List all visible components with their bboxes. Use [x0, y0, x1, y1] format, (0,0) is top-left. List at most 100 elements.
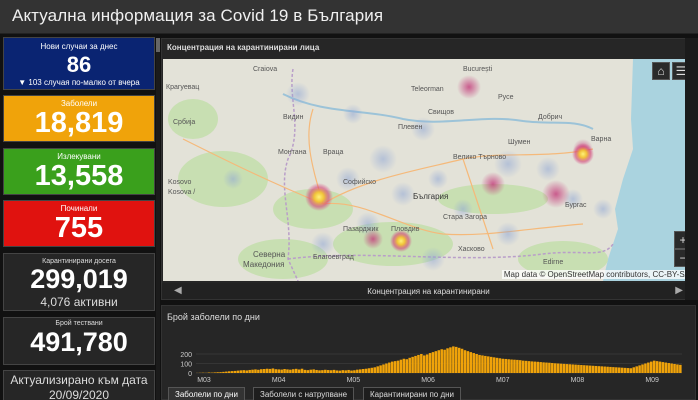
bar[interactable] — [422, 355, 426, 373]
bar[interactable] — [399, 359, 403, 373]
bar[interactable] — [225, 371, 228, 373]
bar[interactable] — [457, 347, 461, 373]
bar[interactable] — [562, 363, 566, 373]
bar[interactable] — [591, 365, 595, 373]
bar[interactable] — [649, 361, 653, 373]
bar[interactable] — [356, 369, 359, 373]
bar[interactable] — [638, 365, 641, 373]
bar[interactable] — [245, 370, 248, 373]
bar[interactable] — [460, 348, 464, 373]
bar[interactable] — [373, 367, 377, 373]
bar[interactable] — [335, 370, 339, 373]
heatmap-map[interactable]: București Teleorman Craiova Крагуевац Ср… — [163, 59, 694, 281]
next-layer-icon[interactable]: ▶ — [675, 285, 683, 296]
bar[interactable] — [647, 362, 650, 373]
bar[interactable] — [556, 363, 560, 374]
bar[interactable] — [420, 354, 423, 373]
bar[interactable] — [452, 346, 455, 373]
bar[interactable] — [318, 370, 321, 373]
bar[interactable] — [615, 367, 618, 373]
bar[interactable] — [294, 368, 298, 373]
bar[interactable] — [472, 353, 475, 373]
bar[interactable] — [583, 365, 586, 373]
bar[interactable] — [577, 364, 580, 373]
bar[interactable] — [434, 351, 438, 373]
bar[interactable] — [568, 364, 572, 373]
bar[interactable] — [481, 355, 484, 373]
bar[interactable] — [597, 366, 601, 373]
map-scrollbar[interactable] — [685, 38, 698, 300]
bar[interactable] — [533, 361, 537, 373]
bar[interactable] — [213, 372, 216, 373]
bar[interactable] — [286, 369, 289, 373]
bar[interactable] — [641, 364, 644, 373]
tab-cumulative-cases[interactable]: Заболели с натрупване — [253, 387, 355, 400]
bar[interactable] — [262, 369, 266, 373]
bar[interactable] — [670, 363, 673, 374]
bar[interactable] — [265, 368, 269, 373]
bar[interactable] — [620, 367, 624, 373]
bar[interactable] — [676, 364, 679, 373]
bar[interactable] — [274, 369, 278, 373]
bar[interactable] — [644, 363, 647, 374]
bar[interactable] — [455, 346, 458, 373]
bar[interactable] — [658, 361, 662, 373]
bar[interactable] — [257, 369, 260, 373]
bar[interactable] — [507, 359, 510, 373]
bar[interactable] — [361, 369, 365, 373]
bar[interactable] — [466, 351, 470, 373]
bar[interactable] — [379, 365, 382, 373]
bar[interactable] — [530, 361, 534, 373]
bar[interactable] — [260, 369, 263, 373]
bar[interactable] — [216, 372, 219, 373]
bar[interactable] — [414, 355, 417, 373]
bar[interactable] — [382, 364, 385, 373]
bar[interactable] — [402, 358, 406, 373]
bar[interactable] — [405, 359, 409, 373]
bar[interactable] — [594, 365, 598, 373]
bar[interactable] — [283, 369, 286, 373]
bar[interactable] — [268, 368, 272, 373]
bar[interactable] — [329, 370, 333, 373]
bar[interactable] — [411, 356, 414, 373]
bar[interactable] — [446, 348, 449, 373]
bar[interactable] — [248, 369, 251, 373]
bar[interactable] — [326, 370, 330, 373]
bar[interactable] — [297, 369, 301, 373]
bar[interactable] — [484, 355, 487, 373]
bar[interactable] — [376, 366, 379, 373]
tab-daily-cases[interactable]: Заболели по дни — [168, 387, 245, 400]
bar[interactable] — [271, 368, 275, 373]
bar[interactable] — [277, 369, 280, 373]
bar[interactable] — [306, 370, 310, 373]
bar[interactable] — [510, 359, 513, 373]
bar[interactable] — [228, 371, 231, 373]
bar[interactable] — [661, 362, 665, 373]
bar[interactable] — [292, 369, 295, 373]
bar[interactable] — [388, 362, 391, 373]
bar[interactable] — [449, 347, 452, 373]
bar[interactable] — [353, 370, 356, 373]
bar[interactable] — [312, 369, 315, 373]
bar[interactable] — [347, 369, 350, 373]
bar[interactable] — [463, 350, 467, 373]
bar[interactable] — [585, 365, 589, 373]
bar[interactable] — [545, 362, 548, 373]
bar[interactable] — [437, 350, 441, 373]
bar[interactable] — [219, 372, 222, 373]
bar[interactable] — [315, 369, 318, 373]
bar[interactable] — [344, 370, 347, 373]
bar[interactable] — [370, 367, 374, 373]
bar[interactable] — [280, 369, 283, 373]
bar[interactable] — [612, 367, 615, 373]
tab-daily-quarantined[interactable]: Карантинирани по дни — [363, 387, 462, 400]
bar[interactable] — [623, 367, 627, 373]
stats-scrollbar-thumb[interactable] — [156, 38, 160, 52]
bar[interactable] — [289, 369, 292, 373]
bar[interactable] — [516, 359, 519, 373]
bar[interactable] — [655, 361, 659, 373]
bar[interactable] — [580, 365, 583, 373]
bar[interactable] — [521, 360, 525, 373]
bar[interactable] — [652, 360, 656, 373]
bar[interactable] — [254, 369, 257, 373]
